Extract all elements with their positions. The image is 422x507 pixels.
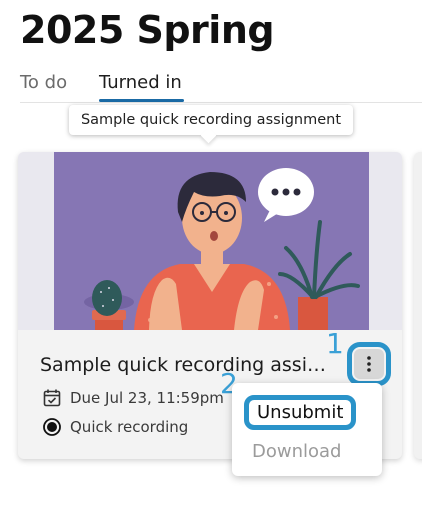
unsubmit-menu-item[interactable]: Unsubmit xyxy=(244,395,357,430)
step-1-marker: 1 xyxy=(326,327,344,360)
tab-to-do[interactable]: To do xyxy=(20,72,67,93)
assignment-type-text: Quick recording xyxy=(70,418,189,436)
person-illustration xyxy=(84,168,360,330)
assignment-thumbnail[interactable] xyxy=(54,152,369,330)
calendar-check-icon xyxy=(42,388,62,408)
assignment-title[interactable]: Sample quick recording assignm... xyxy=(40,354,336,376)
tab-bar: To do Turned in xyxy=(20,70,422,103)
tab-turned-in[interactable]: Turned in xyxy=(99,72,184,102)
card-options-menu: Unsubmit Download xyxy=(232,383,382,476)
due-date-row: Due Jul 23, 11:59pm xyxy=(42,388,224,408)
more-options-button[interactable] xyxy=(347,342,391,386)
download-menu-item[interactable]: Download xyxy=(252,441,341,462)
due-date-text: Due Jul 23, 11:59pm xyxy=(70,389,224,407)
page-title: 2025 Spring xyxy=(20,8,275,52)
assignment-tooltip: Sample quick recording assignment xyxy=(69,105,353,135)
next-card-peek[interactable] xyxy=(414,152,422,459)
more-vertical-icon xyxy=(367,356,371,372)
assignment-type-row: Quick recording xyxy=(42,417,188,437)
record-dot-icon xyxy=(42,417,62,437)
